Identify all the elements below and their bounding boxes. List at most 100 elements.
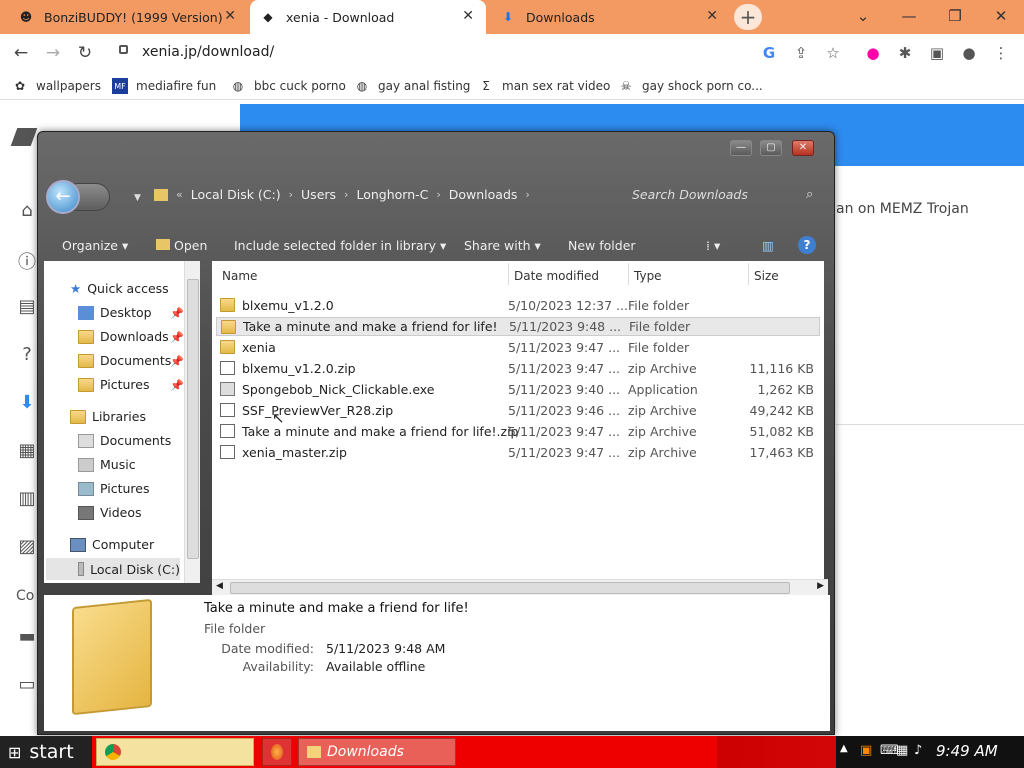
column-size[interactable]: Size	[754, 269, 779, 283]
bookmark-item[interactable]: ☠ gay shock porn co...	[618, 78, 763, 94]
close-window-icon[interactable]: ✕	[978, 0, 1024, 34]
pin-icon[interactable]: 📌	[170, 355, 184, 368]
file-row[interactable]: blxemu_v1.2.0 5/10/2023 12:37 ... File f…	[216, 296, 820, 315]
column-divider[interactable]	[508, 263, 509, 285]
scroll-thumb[interactable]	[187, 279, 199, 559]
breadcrumb-item[interactable]: Users	[301, 187, 336, 202]
bookmark-item[interactable]: ✿ wallpapers	[12, 78, 101, 94]
taskbar-firefox[interactable]	[262, 738, 292, 766]
url-field[interactable]: xenia.jp/download/	[142, 44, 274, 60]
file-row[interactable]: Take a minute and make a friend for life…	[216, 422, 820, 441]
chevron-right-icon[interactable]: ›	[525, 188, 529, 201]
nav-pictures[interactable]: Pictures	[78, 377, 150, 392]
column-name[interactable]: Name	[222, 269, 257, 283]
minimize-icon[interactable]: —	[886, 0, 932, 34]
profile-icon[interactable]: ●	[958, 42, 980, 64]
help-icon[interactable]: ?	[16, 344, 38, 366]
view-options-icon[interactable]: ⁞ ▾	[706, 238, 720, 253]
chart-icon[interactable]: ▥	[16, 488, 38, 510]
taskbar-chrome[interactable]	[96, 738, 254, 766]
share-with-button[interactable]: Share with ▾	[464, 238, 541, 253]
column-divider[interactable]	[748, 263, 749, 285]
nav-libraries[interactable]: Libraries	[70, 409, 146, 424]
close-icon[interactable]: ✕	[224, 8, 236, 24]
nav-lib-pictures[interactable]: Pictures	[78, 481, 150, 496]
close-icon[interactable]: ✕	[462, 8, 474, 24]
file-row[interactable]: Spongebob_Nick_Clickable.exe 5/11/2023 9…	[216, 380, 820, 399]
breadcrumb-item[interactable]: Longhorn-C	[356, 187, 428, 202]
lock-icon[interactable]	[119, 45, 128, 54]
comment-icon[interactable]: ▭	[16, 674, 38, 696]
history-dropdown-icon[interactable]: ▼	[134, 193, 141, 203]
column-type[interactable]: Type	[634, 269, 662, 283]
tab-downloads[interactable]: ⬇ Downloads ✕	[490, 0, 730, 34]
home-icon[interactable]: ⌂	[16, 200, 38, 222]
bookmark-item[interactable]: ◍ gay anal fisting	[354, 78, 471, 94]
list-scrollbar[interactable]: ◀ ▶	[212, 579, 828, 595]
tab-xenia[interactable]: ◆ xenia - Download ✕	[250, 0, 486, 34]
tab-search-icon[interactable]: ⌄	[840, 0, 886, 34]
google-icon[interactable]: G	[758, 42, 780, 64]
scroll-right-icon[interactable]: ▶	[817, 581, 824, 591]
volume-icon[interactable]: ♪	[914, 743, 922, 758]
chat-icon[interactable]: ▬	[16, 626, 38, 648]
forward-arrow-icon[interactable]: →	[42, 42, 64, 64]
bookmark-item[interactable]: MF mediafire fun	[112, 78, 216, 94]
search-input[interactable]: Search Downloads	[632, 187, 748, 202]
chevron-right-icon[interactable]: ›	[344, 188, 348, 201]
bookmark-item[interactable]: Σ man sex rat video	[478, 78, 610, 94]
maximize-button[interactable]: ▢	[760, 140, 782, 156]
menu-icon[interactable]: ⋮	[990, 42, 1012, 64]
taskbar-downloads[interactable]: Downloads	[298, 738, 456, 766]
reload-icon[interactable]: ↻	[74, 42, 96, 64]
nav-desktop[interactable]: Desktop	[78, 305, 152, 320]
puzzle-icon[interactable]: ✱	[894, 42, 916, 64]
column-divider[interactable]	[628, 263, 629, 285]
back-arrow-icon[interactable]: ←	[10, 42, 32, 64]
breadcrumb-item[interactable]: Downloads	[449, 187, 518, 202]
nav-quick-access[interactable]: ★ Quick access	[70, 281, 169, 296]
sidepanel-icon[interactable]: ▣	[926, 42, 948, 64]
restore-icon[interactable]: ❐	[932, 0, 978, 34]
open-button[interactable]: Open	[156, 238, 207, 253]
file-row[interactable]: xenia 5/11/2023 9:47 ... File folder	[216, 338, 820, 357]
tab-bonzibuddy[interactable]: ☻ BonziBUDDY! (1999 Version) ✕	[8, 0, 248, 34]
network-icon[interactable]: ▦	[896, 743, 908, 758]
file-row[interactable]: Take a minute and make a friend for life…	[216, 317, 820, 336]
download-icon[interactable]: ⬇	[16, 392, 38, 414]
preview-pane-icon[interactable]: ▥	[762, 238, 774, 253]
pin-icon[interactable]: 📌	[170, 379, 184, 392]
scroll-thumb[interactable]	[230, 582, 790, 594]
nav-videos[interactable]: Videos	[78, 505, 142, 520]
bookmark-item[interactable]: ◍ bbc cuck porno	[230, 78, 346, 94]
tray-app-icon[interactable]: ▣	[860, 743, 872, 758]
new-folder-button[interactable]: New folder	[568, 238, 636, 253]
minimize-button[interactable]: —	[730, 140, 752, 156]
tray-expand-icon[interactable]: ▲	[840, 743, 848, 754]
nav-music[interactable]: Music	[78, 457, 136, 472]
file-row[interactable]: SSF_PreviewVer_R28.zip 5/11/2023 9:46 ..…	[216, 401, 820, 420]
info-icon[interactable]: ⓘ	[16, 248, 38, 273]
calendar-icon[interactable]: ▦	[16, 440, 38, 462]
help-button[interactable]: ?	[798, 236, 816, 254]
nav-local-disk[interactable]: Local Disk (C:)	[46, 558, 180, 580]
chevron-icon[interactable]: «	[176, 188, 183, 201]
column-date[interactable]: Date modified	[514, 269, 599, 283]
clipboard-icon[interactable]: ▤	[16, 296, 38, 318]
file-row[interactable]: blxemu_v1.2.0.zip 5/11/2023 9:47 ... zip…	[216, 359, 820, 378]
nav-downloads[interactable]: Downloads	[78, 329, 169, 344]
image-icon[interactable]: ▨	[16, 536, 38, 558]
extension-flag-icon[interactable]: ●	[862, 42, 884, 64]
pin-icon[interactable]: 📌	[170, 307, 184, 320]
include-library-button[interactable]: Include selected folder in library ▾	[234, 238, 446, 253]
nav-documents[interactable]: Documents	[78, 353, 171, 368]
clock[interactable]: 9:49 AM	[936, 742, 998, 760]
chevron-right-icon[interactable]: ›	[289, 188, 293, 201]
star-icon[interactable]: ☆	[822, 42, 844, 64]
nav-scrollbar[interactable]	[184, 261, 200, 583]
new-tab-button[interactable]: +	[734, 4, 762, 30]
search-icon[interactable]: ⌕	[806, 187, 813, 202]
chevron-right-icon[interactable]: ›	[436, 188, 440, 201]
breadcrumb-item[interactable]: Local Disk (C:)	[191, 187, 281, 202]
start-button[interactable]: ⊞ start	[0, 736, 92, 768]
